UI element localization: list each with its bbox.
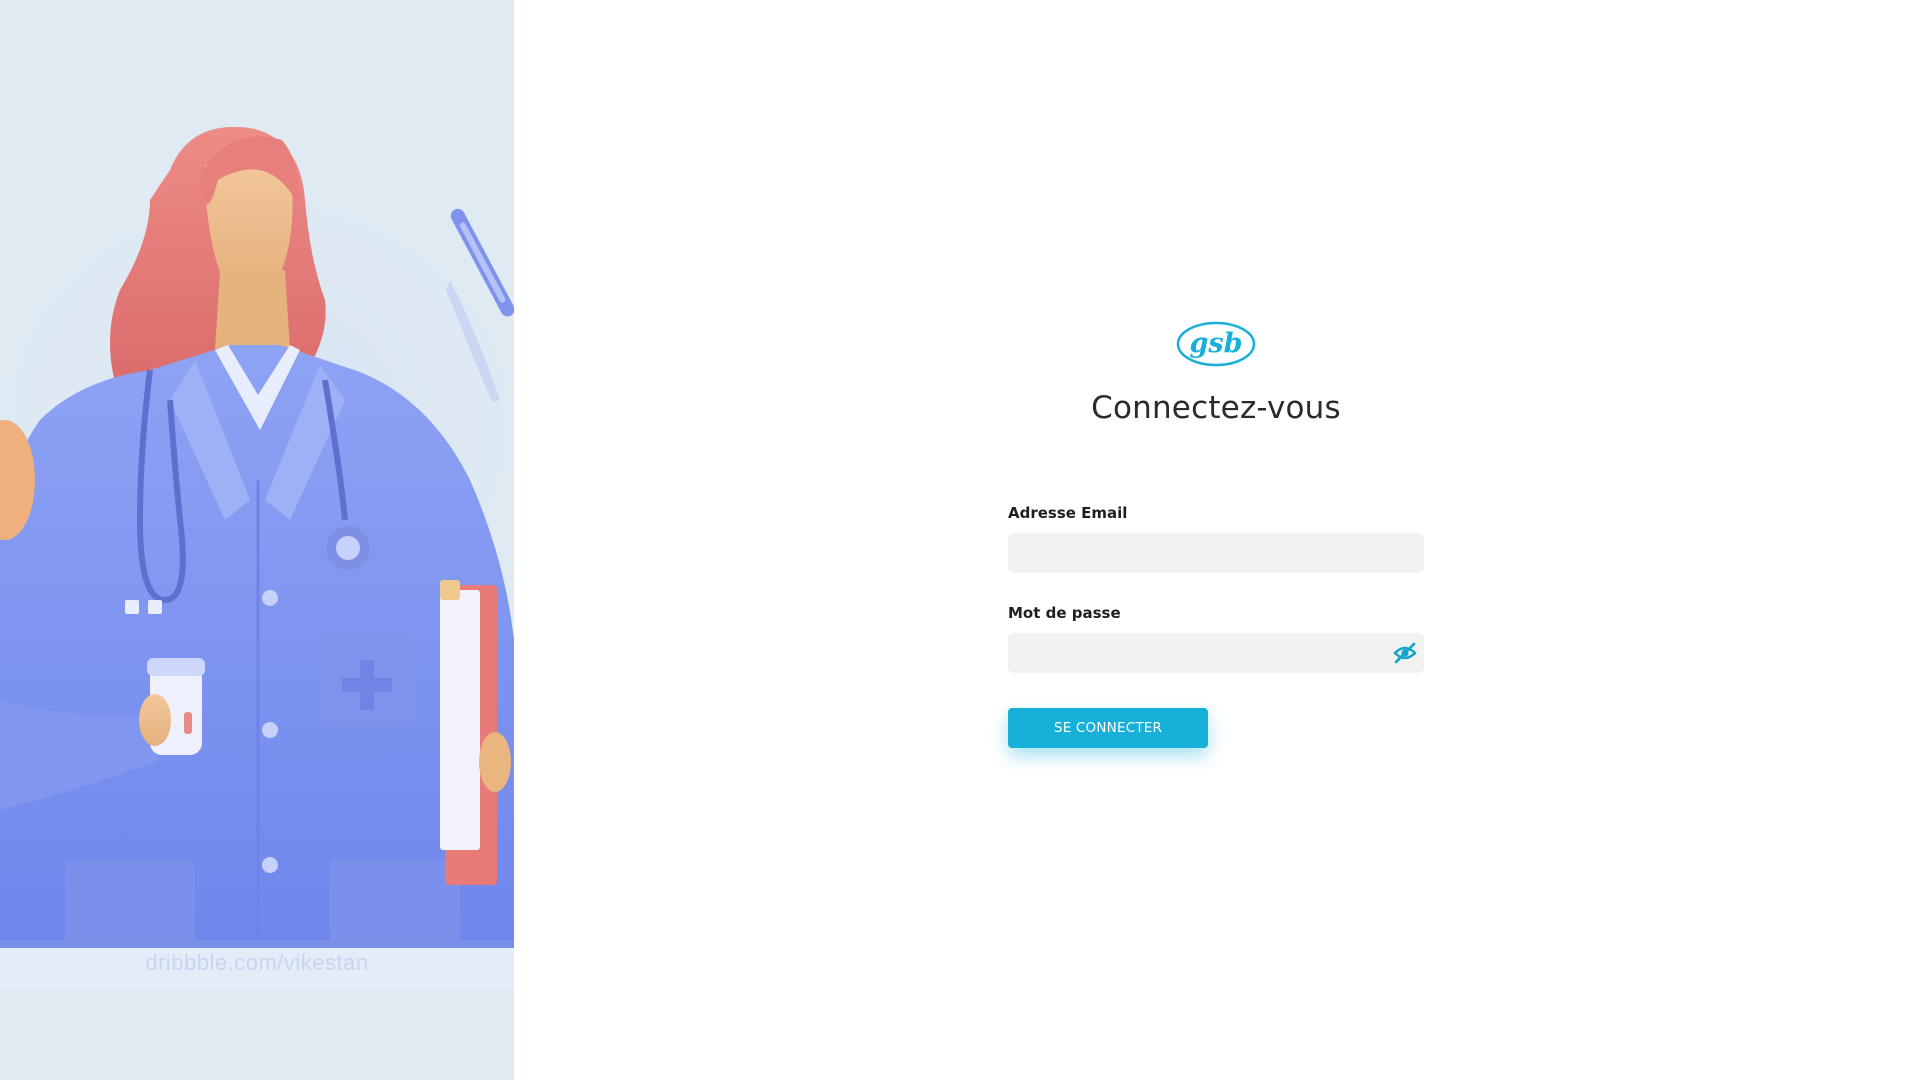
- doctor-illustration: [0, 126, 514, 988]
- gsb-logo: gsb: [1176, 321, 1256, 367]
- login-form: Adresse Email Mot de passe SE CONNECTER: [1008, 504, 1424, 748]
- password-field[interactable]: [1008, 633, 1424, 673]
- svg-text:gsb: gsb: [1190, 328, 1243, 359]
- illustration-watermark: dribbble.com/vikestan: [145, 950, 369, 975]
- password-field-wrapper: [1008, 633, 1424, 673]
- page-title: Connectez-vous: [1091, 390, 1341, 426]
- email-field[interactable]: [1008, 533, 1424, 573]
- eye-off-icon[interactable]: [1393, 642, 1417, 664]
- logo-container: gsb: [1008, 320, 1424, 368]
- email-field-wrapper: [1008, 533, 1424, 573]
- doctor-illustration-panel: dribbble.com/vikestan: [0, 0, 514, 1080]
- login-button[interactable]: SE CONNECTER: [1008, 708, 1208, 748]
- login-panel: gsb Connectez-vous Adresse Email Mot de …: [1008, 320, 1424, 748]
- login-page: dribbble.com/vikestan gsb Connectez-vous…: [0, 0, 1919, 1080]
- password-label: Mot de passe: [1008, 604, 1121, 622]
- email-label: Adresse Email: [1008, 504, 1128, 522]
